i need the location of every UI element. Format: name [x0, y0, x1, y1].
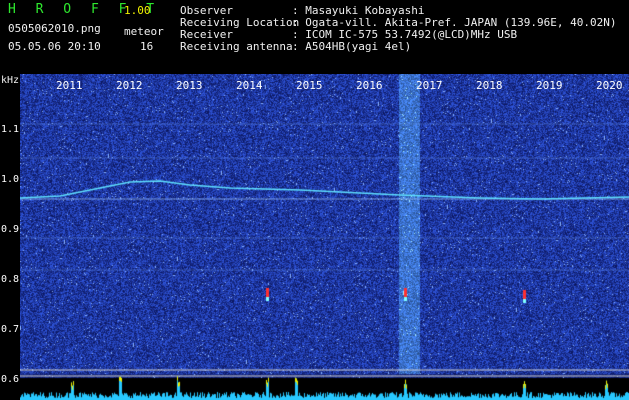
x-tick-label: 2016: [356, 79, 383, 92]
x-tick-label: 2014: [236, 79, 263, 92]
y-axis-unit: kHz: [1, 75, 20, 86]
spectrogram-canvas[interactable]: [20, 74, 629, 400]
file-name: 0505062010.png: [8, 22, 101, 35]
y-tick-label: 0.8: [1, 273, 20, 285]
y-tick-label: 0.9: [1, 223, 20, 235]
x-tick-label: 2018: [476, 79, 503, 92]
meteor-label: meteor: [124, 25, 164, 38]
app-version: 1.00: [124, 4, 151, 17]
y-tick-label: 1.0: [1, 173, 20, 185]
x-tick-label: 2011: [56, 79, 83, 92]
y-tick-label: 0.7: [1, 323, 20, 335]
meteor-count: 16: [140, 40, 154, 53]
y-tick-label: 1.1: [1, 124, 20, 135]
capture-datetime: 05.05.06 20:10: [8, 40, 101, 53]
x-tick-label: 2013: [176, 79, 203, 92]
x-tick-label: 2020: [596, 79, 623, 92]
antenna-label: Receiving antenna: [180, 40, 293, 53]
x-tick-label: 2019: [536, 79, 563, 92]
x-tick-label: 2015: [296, 79, 323, 92]
y-tick-label: 0.6: [1, 373, 20, 385]
x-tick-label: 2012: [116, 79, 143, 92]
x-tick-label: 2017: [416, 79, 443, 92]
antenna-value: : A504HB(yagi 4el): [292, 40, 412, 53]
hrofft-spectrogram-window: H R O F F T 1.00 0505062010.png 05.05.06…: [0, 0, 629, 400]
